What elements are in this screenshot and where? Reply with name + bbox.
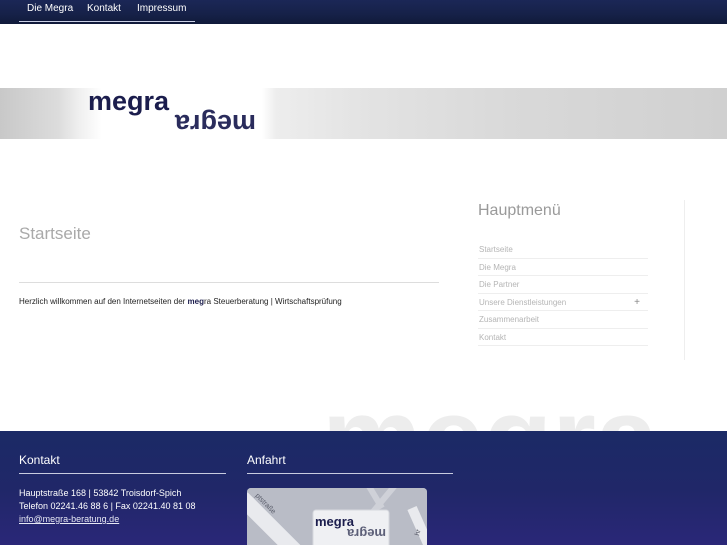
welcome-brand-bold: meg: [187, 297, 204, 306]
menu-item-zusammenarbeit[interactable]: Zusammenarbeit: [478, 311, 648, 329]
content-divider: [19, 282, 439, 283]
menu-item-label: Unsere Dienstleistungen: [479, 297, 567, 307]
footer-anfahrt-heading: Anfahrt: [247, 453, 286, 467]
nav-item-kontakt[interactable]: Kontakt: [87, 3, 121, 14]
welcome-text-start: Herzlich willkommen auf den Internetseit…: [19, 297, 188, 306]
logo-text: megra: [88, 88, 170, 116]
menu-item-unsere-dienstleistungen[interactable]: Unsere Dienstleistungen +: [478, 294, 648, 311]
footer: Kontakt Anfahrt Hauptstraße 168 | 53842 …: [0, 431, 727, 545]
address-phone-fax: Telefon 02241.46 88 6 | Fax 02241.40 81 …: [19, 501, 196, 511]
address-street: Hauptstraße 168 | 53842 Troisdorf-Spich: [19, 488, 182, 498]
nav-item-impressum[interactable]: Impressum: [137, 3, 186, 14]
sidebar-divider: [684, 200, 685, 360]
page-title: Startseite: [19, 224, 91, 243]
side-menu: Startseite Die Megra Die Partner Unsere …: [478, 241, 648, 346]
logo-mirror-text: megra: [174, 109, 256, 139]
header-banner: megra megra: [0, 88, 727, 139]
map-logo-mirror-text: megra: [346, 526, 386, 541]
menu-item-kontakt[interactable]: Kontakt: [478, 329, 648, 346]
megra-watermark: megra: [322, 378, 659, 433]
footer-kontakt-heading: Kontakt: [19, 453, 60, 467]
welcome-text-end: Steuerberatung | Wirtschaftsprüfung: [211, 297, 342, 306]
megra-logo[interactable]: megra megra: [88, 88, 268, 139]
page: Die Megra Kontakt Impressum megra megra …: [0, 0, 727, 545]
footer-kontakt-rule: [19, 473, 226, 474]
footer-anfahrt-rule: [247, 473, 453, 474]
menu-item-startseite[interactable]: Startseite: [478, 241, 648, 259]
menu-item-die-partner[interactable]: Die Partner: [478, 276, 648, 294]
nav-active-underline: [19, 21, 195, 22]
side-menu-title: Hauptmenü: [478, 202, 561, 219]
top-navigation-bar: Die Megra Kontakt Impressum: [0, 0, 727, 24]
email-link[interactable]: info@megra-beratung.de: [19, 514, 119, 524]
expand-plus-icon[interactable]: +: [634, 294, 640, 311]
anfahrt-map[interactable]: ptstraße megra megra hr: [247, 488, 427, 545]
nav-item-die-megra[interactable]: Die Megra: [27, 3, 73, 14]
map-graphic: ptstraße megra megra hr: [247, 488, 427, 545]
watermark-text: megra: [322, 378, 659, 433]
menu-item-die-megra[interactable]: Die Megra: [478, 259, 648, 276]
welcome-text: Herzlich willkommen auf den Internetseit…: [19, 297, 342, 306]
